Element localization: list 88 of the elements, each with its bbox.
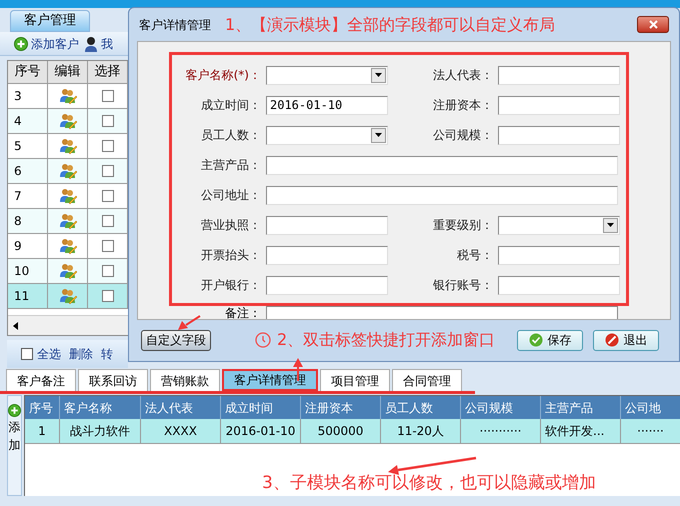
table-cell: ······· — [621, 419, 680, 443]
annotation-arrow — [178, 315, 201, 330]
action-link[interactable]: 转 — [101, 345, 113, 363]
field-label: 公司地址： — [200, 187, 261, 204]
toolbar-button[interactable]: 添加客户 — [14, 34, 79, 52]
exit-button[interactable]: 退出 — [593, 330, 659, 350]
text-field[interactable] — [498, 66, 620, 84]
field-label: 客户名称(*)： — [184, 67, 261, 84]
users-pencil-icon — [58, 288, 76, 304]
custom-fields-button[interactable]: 自定义字段 — [141, 330, 211, 350]
field-label: 员工人数： — [200, 127, 261, 144]
dropdown-field[interactable] — [266, 66, 388, 84]
text-field[interactable] — [266, 156, 618, 174]
table-cell: 500000 — [301, 419, 381, 443]
sub-tab[interactable]: 客户备注 — [6, 369, 76, 391]
text-field[interactable]: 2016-01-10 — [266, 96, 388, 114]
checkbox[interactable] — [102, 115, 114, 127]
checkbox[interactable] — [102, 165, 114, 177]
sub-tab[interactable]: 营销账款 — [150, 369, 220, 391]
add-button[interactable]: 添加 — [7, 395, 22, 496]
horizontal-scrollbar[interactable] — [8, 315, 128, 335]
text-field[interactable] — [498, 126, 620, 144]
text-field[interactable] — [266, 246, 388, 264]
module-tab[interactable]: 客户管理 — [10, 10, 90, 32]
field-label: 备注： — [224, 306, 261, 319]
close-icon — [648, 20, 658, 29]
close-button[interactable] — [637, 16, 669, 33]
annotation-text: 1、【演示模块】全部的字段都可以自定义布局 — [225, 14, 556, 36]
dropdown-field[interactable] — [266, 126, 388, 144]
add-icon — [8, 404, 21, 417]
text-field[interactable] — [266, 216, 388, 234]
checkbox[interactable] — [21, 348, 33, 360]
field-label: 公司规模： — [432, 127, 493, 144]
field-label: 开票抬头： — [200, 247, 261, 264]
users-pencil-icon — [58, 238, 76, 254]
table-cell: 11 — [8, 284, 48, 309]
text-field[interactable] — [498, 246, 620, 264]
users-pencil-icon — [58, 138, 76, 154]
table-cell: 软件开发... — [541, 419, 621, 443]
field-label: 银行账号： — [432, 277, 493, 294]
action-link[interactable]: 删除 — [69, 345, 93, 363]
clock-icon — [255, 332, 271, 348]
checkbox[interactable] — [102, 90, 114, 102]
users-pencil-icon — [58, 213, 76, 229]
users-pencil-icon — [58, 263, 76, 279]
table-cell: 11-20人 — [381, 419, 461, 443]
table-cell: XXXX — [141, 419, 221, 443]
field-label: 重要级别： — [432, 217, 493, 234]
check-icon — [528, 333, 542, 347]
field-label: 开户银行： — [200, 277, 261, 294]
field-label: 主营产品： — [200, 157, 261, 174]
table-cell: ··········· — [461, 419, 541, 443]
checkbox-label: 全选 — [37, 346, 61, 363]
checkbox[interactable] — [102, 215, 114, 227]
no-entry-icon — [604, 333, 618, 347]
field-label: 税号： — [456, 247, 493, 264]
dropdown-field[interactable] — [498, 216, 620, 234]
users-pencil-icon — [58, 88, 76, 104]
sub-tab[interactable]: 联系回访 — [78, 369, 148, 391]
table-cell: 2016-01-10 — [221, 419, 301, 443]
field-label: 成立时间： — [200, 97, 261, 114]
text-field[interactable] — [266, 186, 618, 204]
checkbox[interactable] — [102, 265, 114, 277]
field-label: 法人代表： — [432, 67, 493, 84]
checkbox[interactable] — [102, 190, 114, 202]
table-cell: 1 — [25, 419, 60, 443]
text-field[interactable] — [266, 276, 388, 294]
checkbox[interactable] — [102, 240, 114, 252]
window-title: 客户详情管理 — [139, 16, 211, 34]
text-field[interactable] — [498, 276, 620, 294]
text-area[interactable] — [266, 306, 618, 319]
sub-tab[interactable]: 项目管理 — [320, 369, 390, 391]
text-field[interactable] — [498, 96, 620, 114]
save-button[interactable]: 保存 — [517, 330, 583, 350]
add-icon — [14, 36, 28, 50]
table-cell: 战斗力软件 — [60, 419, 141, 443]
field-label: 注册资本： — [432, 97, 493, 114]
checkbox[interactable] — [102, 290, 114, 302]
person-icon — [84, 36, 98, 52]
annotation-text: 2、双击标签快捷打开添加窗口 — [277, 329, 496, 351]
users-pencil-icon — [58, 113, 76, 129]
toolbar-button[interactable]: 我 — [84, 34, 113, 52]
users-pencil-icon — [58, 163, 76, 179]
checkbox[interactable] — [102, 140, 114, 152]
sub-tab[interactable]: 合同管理 — [392, 369, 462, 391]
field-label: 营业执照： — [200, 217, 261, 234]
annotation-text: 3、子模块名称可以修改，也可以隐藏或增加 — [262, 472, 596, 495]
users-pencil-icon — [58, 188, 76, 204]
